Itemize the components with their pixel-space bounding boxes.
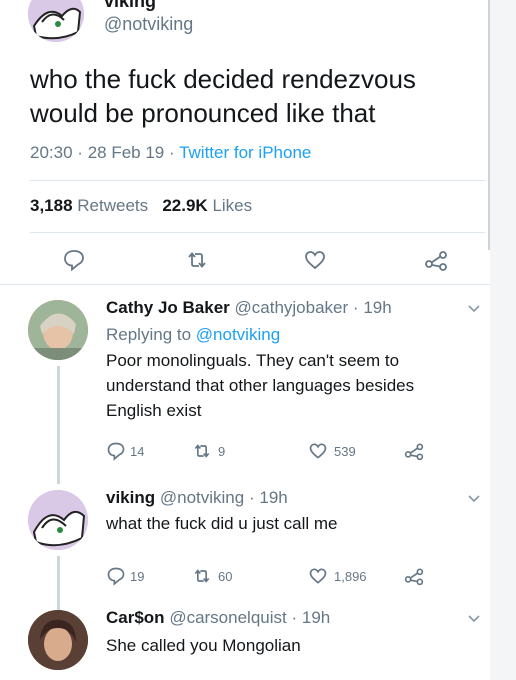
retweet-icon[interactable]	[185, 248, 209, 272]
retweet-count: 9	[218, 444, 226, 459]
reply-header: Cathy Jo Baker @cathyjobaker · 19h	[106, 298, 392, 317]
replying-to-link[interactable]: @notviking	[196, 325, 280, 344]
reply-action-bar: 14 9 539	[106, 441, 486, 463]
share-icon[interactable]	[424, 248, 448, 272]
reply-author-name[interactable]: Car$on	[106, 608, 165, 627]
reply-action-bar: 19 60 1,896	[106, 566, 486, 588]
page-edge	[490, 0, 516, 680]
reply-header: viking @notviking · 19h	[106, 488, 288, 507]
reply-age[interactable]: 19h	[259, 488, 287, 507]
reply-text-line: English exist	[106, 401, 202, 420]
tweet-meta: 20:30 · 28 Feb 19 · Twitter for iPhone	[30, 143, 312, 162]
reply-count: 14	[130, 444, 145, 459]
reply-text-line: She called you Mongolian	[106, 636, 301, 655]
avatar[interactable]	[28, 0, 84, 42]
like-count: 539	[334, 444, 356, 459]
reply-icon[interactable]	[106, 441, 126, 461]
tweet-source-link[interactable]: Twitter for iPhone	[179, 143, 311, 162]
reply-text-line: what the fuck did u just call me	[106, 514, 338, 533]
chevron-down-icon[interactable]	[468, 495, 480, 503]
tweet-detail-card: viking @notviking who the fuck decided r…	[0, 0, 490, 680]
reply-tweet[interactable]: viking @notviking · 19h what the fuck di…	[0, 480, 490, 612]
retweets-stat[interactable]: 3,188 Retweets	[30, 196, 148, 215]
reply-author-name[interactable]: Cathy Jo Baker	[106, 298, 230, 317]
tweet-text: who the fuck decided rendezvous would be…	[30, 64, 416, 128]
cartoon-avatar-icon	[28, 490, 88, 550]
reply-author-name[interactable]: viking	[106, 488, 155, 507]
reply-author-handle[interactable]: @notviking	[160, 488, 244, 507]
tweet-action-bar	[0, 248, 490, 272]
reply-tweet[interactable]: Cathy Jo Baker @cathyjobaker · 19h Reply…	[0, 290, 490, 484]
reply-text-line: Poor monolinguals. They can't seem to	[106, 351, 400, 370]
author-handle[interactable]: @notviking	[104, 14, 193, 35]
reply-age[interactable]: 19h	[363, 298, 391, 317]
author-name[interactable]: viking	[104, 0, 156, 12]
like-icon[interactable]	[308, 441, 328, 461]
reply-author-handle[interactable]: @carsonelquist	[169, 608, 286, 627]
avatar[interactable]	[28, 490, 88, 550]
avatar[interactable]	[28, 300, 88, 360]
like-icon[interactable]	[308, 566, 328, 586]
share-icon[interactable]	[404, 566, 424, 586]
divider	[30, 232, 485, 233]
chevron-down-icon[interactable]	[468, 615, 480, 623]
divider	[30, 180, 485, 181]
share-icon[interactable]	[404, 441, 424, 461]
avatar[interactable]	[28, 610, 88, 670]
replying-to: Replying to @notviking	[106, 325, 281, 344]
retweet-icon[interactable]	[192, 441, 212, 461]
reply-tweet[interactable]: Car$on @carsonelquist · 19h She called y…	[0, 600, 490, 680]
reply-icon[interactable]	[62, 248, 86, 272]
reply-age[interactable]: 19h	[302, 608, 330, 627]
likes-stat[interactable]: 22.9K Likes	[162, 196, 252, 215]
tweet-date[interactable]: 28 Feb 19	[88, 143, 165, 162]
retweet-count: 60	[218, 569, 233, 584]
scrollbar[interactable]	[488, 0, 490, 250]
thread-line	[57, 366, 60, 484]
chevron-down-icon[interactable]	[468, 305, 480, 313]
tweet-time: 20:30	[30, 143, 73, 162]
reply-author-handle[interactable]: @cathyjobaker	[235, 298, 349, 317]
reply-icon[interactable]	[106, 566, 126, 586]
reply-text-line: understand that other languages besides	[106, 376, 415, 395]
photo-avatar-icon	[28, 610, 88, 670]
like-count: 1,896	[334, 569, 367, 584]
reply-header: Car$on @carsonelquist · 19h	[106, 608, 331, 627]
cartoon-avatar-icon	[28, 0, 84, 42]
like-icon[interactable]	[303, 248, 327, 272]
retweet-icon[interactable]	[192, 566, 212, 586]
reply-count: 19	[130, 569, 145, 584]
engagement-stats: 3,188 Retweets 22.9K Likes	[30, 196, 252, 216]
divider	[0, 284, 490, 285]
photo-avatar-icon	[28, 300, 88, 360]
